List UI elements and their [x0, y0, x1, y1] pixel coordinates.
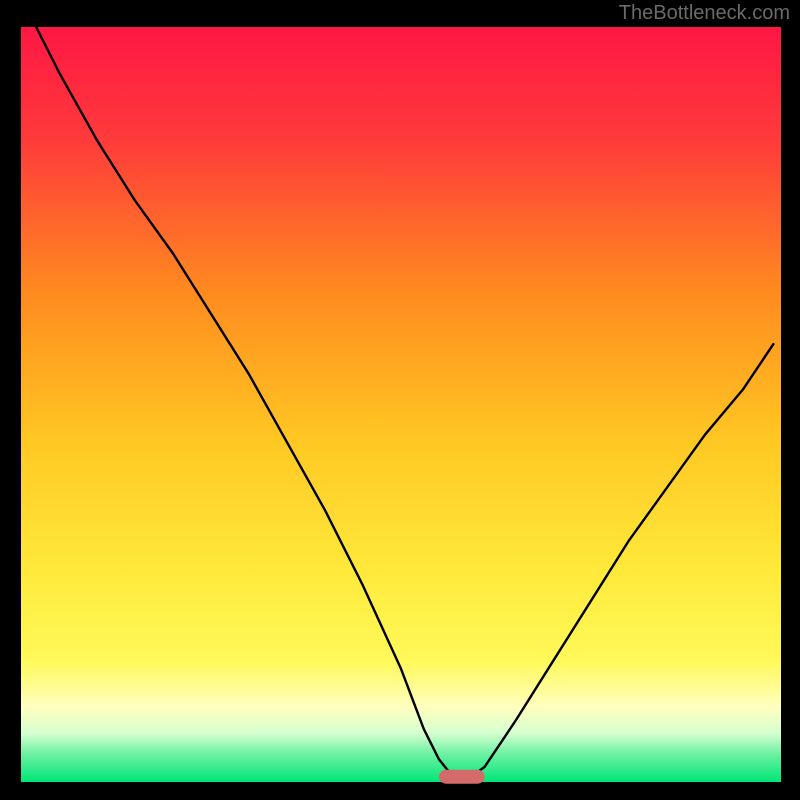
bottleneck-chart: [0, 0, 800, 800]
optimal-marker: [439, 770, 485, 784]
chart-frame: { "watermark": "TheBottleneck.com", "cha…: [0, 0, 800, 800]
